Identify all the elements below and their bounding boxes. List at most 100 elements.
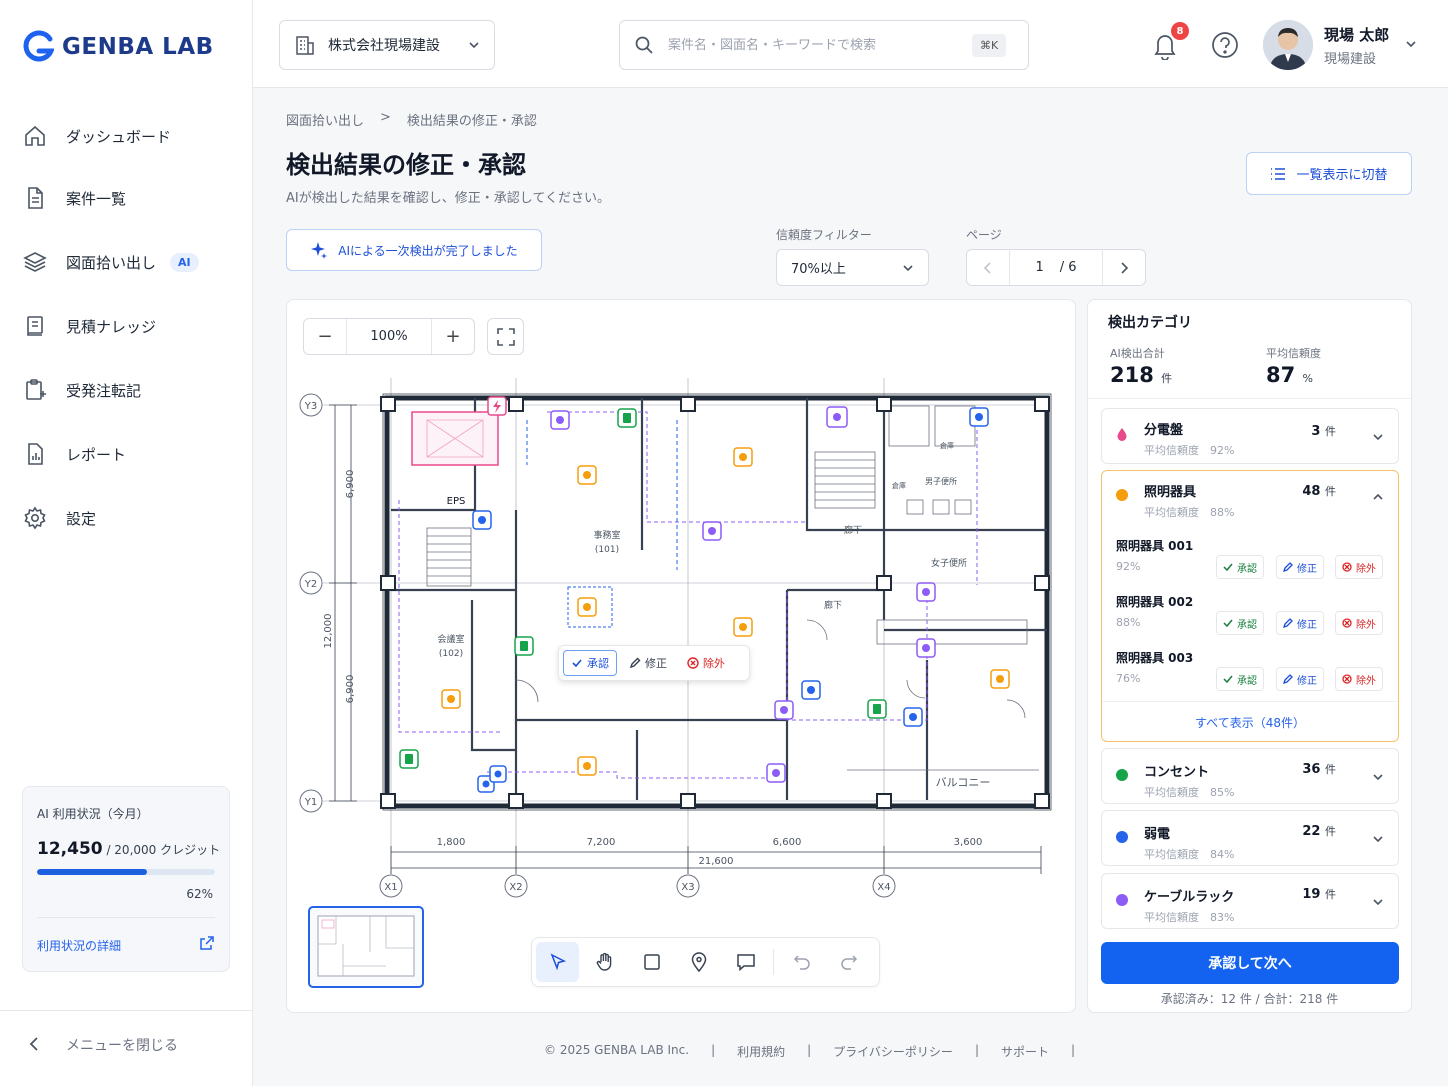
list-item[interactable]: 照明器具 002 88% 承認 修正 除外 (1102, 591, 1398, 645)
dim-3: 6,600 (773, 837, 802, 848)
category-cable-rack[interactable]: ケーブルラック 平均信頼度 83% 19 件 (1101, 873, 1399, 929)
divider (37, 917, 215, 918)
sidebar-item-dashboard[interactable]: ダッシュボード (22, 116, 232, 156)
comment-tool-button[interactable] (724, 942, 767, 982)
category-confidence: 平均信頼度 85% (1144, 786, 1235, 799)
brand-logo[interactable]: GENBA LAB (22, 30, 214, 64)
sidebar-item-reports[interactable]: レポート (22, 434, 232, 474)
collapse-menu[interactable]: メニューを閉じる (0, 1010, 252, 1086)
item-edit-button[interactable]: 修正 (1276, 611, 1324, 635)
item-exclude-button[interactable]: 除外 (1335, 611, 1383, 635)
category-lighting[interactable]: 照明器具 平均信頼度 88% 48 件 照明器具 001 92% 承認 修正 除… (1101, 470, 1399, 742)
room-storage-2: 倉庫 (892, 481, 906, 490)
ai-detection-status[interactable]: AIによる一次検出が完了しました (286, 229, 542, 271)
svg-text:Y1: Y1 (304, 797, 317, 808)
item-edit-button[interactable]: 修正 (1276, 667, 1324, 691)
next-page-button[interactable] (1103, 250, 1145, 285)
item-exclude-button[interactable]: 除外 (1335, 667, 1383, 691)
category-count-unit: 件 (1325, 425, 1336, 438)
user-menu-chevron-icon[interactable] (1405, 38, 1417, 50)
page-indicator[interactable]: 1 / 6 (1009, 250, 1103, 285)
company-name: 株式会社現場建設 (328, 38, 440, 54)
check-icon (572, 659, 582, 668)
list-item[interactable]: 照明器具 001 92% 承認 修正 除外 (1102, 535, 1398, 589)
exclude-label: 除外 (1356, 619, 1376, 631)
chevron-up-icon[interactable] (1372, 491, 1384, 503)
redo-button[interactable] (827, 942, 870, 982)
detection-category-panel: 検出カテゴリ AI検出合計 218 件 平均信頼度 87 % 分電盤 平均信頼度… (1087, 299, 1412, 1013)
external-link-icon[interactable] (199, 935, 215, 951)
rectangle-tool-button[interactable] (630, 942, 673, 982)
privacy-link[interactable]: プライバシーポリシー (833, 1043, 953, 1060)
list-item[interactable]: 照明器具 003 76% 承認 修正 除外 (1102, 647, 1398, 701)
divider (1088, 398, 1411, 399)
footer-separator: | (1071, 1043, 1076, 1057)
show-all-link[interactable]: すべて表示（48件） (1102, 714, 1398, 731)
axis-x1: X1 (379, 874, 403, 898)
item-name: 照明器具 002 (1116, 595, 1194, 609)
avatar[interactable] (1263, 20, 1313, 70)
usage-detail-link[interactable]: 利用状況の詳細 (37, 937, 121, 954)
help-icon[interactable] (1211, 31, 1239, 59)
list-view-toggle-button[interactable]: 一覧表示に切替 (1246, 152, 1412, 195)
axis-x4: X4 (872, 874, 896, 898)
drawing-canvas[interactable]: − 100% + Y3 Y2 Y1 X1 X2 X3 X4 1,800 7,20… (286, 299, 1076, 1013)
approve-and-next-button[interactable]: 承認して次へ (1101, 942, 1399, 984)
item-approve-button[interactable]: 承認 (1216, 555, 1264, 579)
pencil-icon (1283, 618, 1293, 628)
breadcrumb-item[interactable]: 図面拾い出し (286, 110, 364, 129)
category-confidence: 平均信頼度 92% (1144, 444, 1235, 457)
support-link[interactable]: サポート (1001, 1043, 1049, 1060)
category-count: 19 件 (1302, 886, 1336, 902)
chevron-down-icon[interactable] (1372, 896, 1384, 908)
pan-tool-button[interactable] (583, 942, 626, 982)
category-name: 照明器具 (1144, 485, 1197, 500)
dim-total: 21,600 (699, 856, 734, 867)
sidebar-item-settings[interactable]: 設定 (22, 498, 232, 538)
category-confidence: 平均信頼度 84% (1144, 848, 1235, 861)
approve-detection-button[interactable]: 承認 (563, 650, 617, 676)
pin-tool-button[interactable] (677, 942, 720, 982)
item-name: 照明器具 001 (1116, 539, 1194, 553)
room-meeting: 会議室 (437, 633, 464, 645)
item-confidence: 92% (1116, 560, 1141, 573)
sidebar: GENBA LAB ダッシュボード 案件一覧 図面拾い出し AI 見積ナレッジ … (0, 0, 253, 1086)
sidebar-item-orders[interactable]: 受発注転記 (22, 370, 232, 410)
undo-button[interactable] (780, 942, 823, 982)
prev-page-button[interactable] (967, 250, 1009, 285)
minimap-thumbnail[interactable] (308, 906, 424, 988)
svg-text:Y3: Y3 (304, 401, 317, 412)
item-approve-button[interactable]: 承認 (1216, 667, 1264, 691)
company-selector[interactable]: 株式会社現場建設 (279, 20, 495, 70)
search-input[interactable] (668, 37, 958, 53)
sidebar-item-takeoff[interactable]: 図面拾い出し AI (22, 242, 232, 282)
sidebar-item-projects[interactable]: 案件一覧 (22, 178, 232, 218)
category-count-unit: 件 (1325, 485, 1336, 498)
sidebar-item-label: 図面拾い出し (66, 253, 157, 272)
sidebar-item-estimate-knowledge[interactable]: 見積ナレッジ (22, 306, 232, 346)
svg-text:X2: X2 (509, 882, 522, 893)
toolbar-divider (773, 949, 774, 975)
cursor-icon (550, 953, 566, 971)
item-approve-button[interactable]: 承認 (1216, 611, 1264, 635)
chevron-down-icon[interactable] (1372, 771, 1384, 783)
confidence-filter-select[interactable]: 70%以上 (776, 249, 929, 286)
category-confidence: 平均信頼度 83% (1144, 911, 1235, 924)
dim-v2: 12,000 (323, 614, 334, 649)
item-edit-button[interactable]: 修正 (1276, 555, 1324, 579)
chevron-down-icon[interactable] (1372, 833, 1384, 845)
search-icon (634, 35, 654, 55)
edit-detection-button[interactable]: 修正 (621, 650, 675, 676)
exclude-detection-button[interactable]: 除外 (679, 650, 733, 676)
chevron-down-icon[interactable] (1372, 431, 1384, 443)
item-exclude-button[interactable]: 除外 (1335, 555, 1383, 579)
terms-link[interactable]: 利用規約 (737, 1043, 785, 1060)
category-outlet[interactable]: コンセント 平均信頼度 85% 36 件 (1101, 748, 1399, 804)
avg-confidence: 87 % (1266, 363, 1313, 387)
category-distribution-panel[interactable]: 分電盤 平均信頼度 92% 3 件 (1101, 408, 1399, 464)
category-weak-current[interactable]: 弱電 平均信頼度 84% 22 件 (1101, 810, 1399, 866)
select-tool-button[interactable] (536, 942, 579, 982)
pencil-icon (629, 657, 641, 669)
svg-text:Y2: Y2 (304, 579, 317, 590)
dim-v3: 6,900 (345, 675, 356, 704)
